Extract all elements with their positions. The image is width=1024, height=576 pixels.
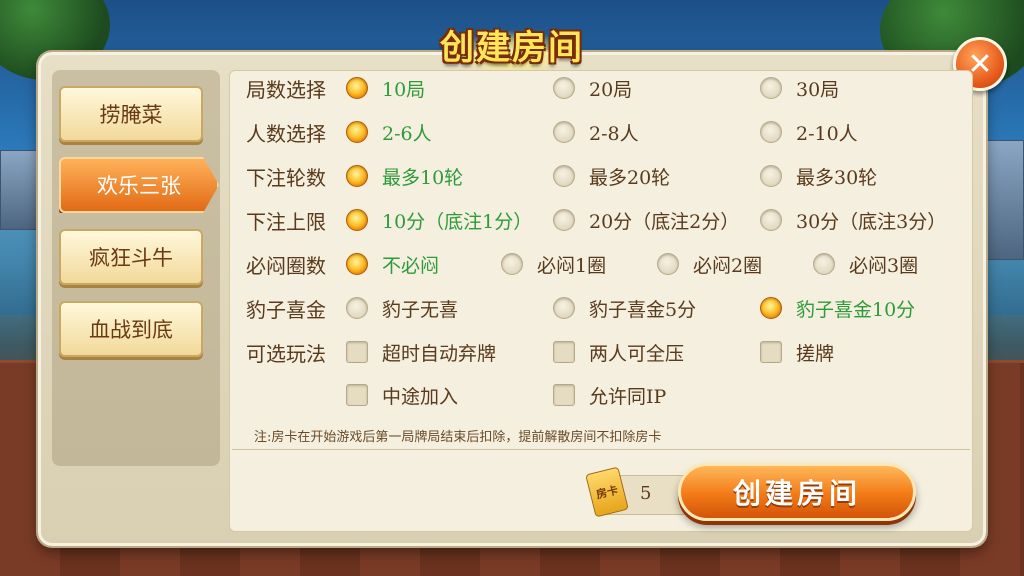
option-label: 2-8人 [589, 122, 639, 145]
option-radio[interactable]: 20分（底注2分） [553, 207, 739, 234]
option-radio[interactable]: 最多10轮 [346, 163, 463, 190]
option-radio[interactable]: 20局 [553, 75, 632, 102]
option-label: 豹子无喜 [382, 298, 459, 321]
tab-laoyancai[interactable]: 捞腌菜 [59, 86, 203, 142]
setting-row-label: 必闷圈数 [246, 253, 326, 278]
option-radio[interactable]: 2-8人 [553, 119, 639, 146]
option-radio[interactable]: 必闷1圈 [501, 251, 606, 278]
option-label: 2-10人 [796, 122, 858, 145]
option-radio[interactable]: 豹子无喜 [346, 295, 458, 322]
radio-dot[interactable] [346, 209, 368, 231]
option-label: 必闷3圈 [849, 254, 919, 277]
setting-row: 人数选择 2-6人 2-8人 2-10人 [246, 115, 976, 149]
radio-dot[interactable] [346, 297, 368, 319]
option-radio[interactable]: 不必闷 [346, 251, 439, 278]
option-radio[interactable]: 10分（底注1分） [346, 207, 532, 234]
option-radio[interactable]: 必闷3圈 [813, 251, 918, 278]
radio-dot[interactable] [760, 297, 782, 319]
option-checkbox[interactable]: 允许同IP [553, 382, 666, 409]
option-radio[interactable]: 2-6人 [346, 119, 432, 146]
setting-row-label: 下注上限 [246, 209, 326, 234]
radio-dot[interactable] [346, 77, 368, 99]
setting-row-label: 豹子喜金 [246, 297, 326, 322]
checkbox-box[interactable] [760, 341, 782, 363]
option-radio[interactable]: 最多30轮 [760, 163, 877, 190]
option-label: 20局 [589, 78, 633, 101]
option-label: 必闷1圈 [537, 254, 607, 277]
radio-dot[interactable] [346, 253, 368, 275]
option-radio[interactable]: 10局 [346, 75, 425, 102]
tab-xuezhan-daodi[interactable]: 血战到底 [59, 301, 203, 357]
option-radio[interactable]: 豹子喜金5分 [553, 295, 696, 322]
option-label: 两人可全压 [589, 342, 685, 365]
radio-dot[interactable] [760, 121, 782, 143]
checkbox-box[interactable] [553, 341, 575, 363]
radio-dot[interactable] [346, 121, 368, 143]
tab-fengkuang-douniu[interactable]: 疯狂斗牛 [59, 229, 203, 285]
option-label: 允许同IP [589, 385, 667, 408]
setting-row: 必闷圈数 不必闷 必闷1圈 必闷2圈 必闷3圈 [246, 247, 976, 281]
radio-dot[interactable] [553, 165, 575, 187]
radio-dot[interactable] [553, 209, 575, 231]
building-decoration [0, 150, 40, 230]
option-label: 20分（底注2分） [589, 210, 740, 233]
option-label: 豹子喜金5分 [589, 298, 697, 321]
setting-row-label: 局数选择 [246, 77, 326, 102]
option-checkbox[interactable]: 中途加入 [346, 382, 458, 409]
room-card-note: 注:房卡在开始游戏后第一局牌局结束后扣除，提前解散房间不扣除房卡 [254, 430, 662, 445]
radio-dot[interactable] [657, 253, 679, 275]
option-label: 超时自动弃牌 [382, 342, 497, 365]
radio-dot[interactable] [760, 77, 782, 99]
option-label: 10分（底注1分） [382, 210, 533, 233]
option-label: 中途加入 [382, 385, 459, 408]
option-label: 30分（底注3分） [796, 210, 947, 233]
setting-row: 可选玩法 超时自动弃牌 两人可全压 搓牌 [246, 335, 976, 369]
setting-row: 局数选择 10局 20局 30局 [246, 71, 976, 105]
radio-dot[interactable] [553, 297, 575, 319]
setting-row-label: 下注轮数 [246, 165, 326, 190]
option-label: 最多10轮 [382, 166, 464, 189]
option-label: 最多20轮 [589, 166, 671, 189]
option-label: 2-6人 [382, 122, 432, 145]
option-radio[interactable]: 30分（底注3分） [760, 207, 946, 234]
create-room-button[interactable]: 创建房间 [678, 463, 916, 521]
checkbox-box[interactable] [553, 384, 575, 406]
tab-huanle-sanzhang[interactable]: 欢乐三张 [59, 157, 219, 213]
setting-row: 下注轮数 最多10轮 最多20轮 最多30轮 [246, 159, 976, 193]
option-radio[interactable]: 豹子喜金10分 [760, 295, 915, 322]
option-label: 30局 [796, 78, 840, 101]
option-checkbox[interactable]: 超时自动弃牌 [346, 339, 496, 366]
option-label: 豹子喜金10分 [796, 298, 916, 321]
option-radio[interactable]: 最多20轮 [553, 163, 670, 190]
setting-row: 豹子喜金 豹子无喜 豹子喜金5分 豹子喜金10分 [246, 291, 976, 325]
radio-dot[interactable] [813, 253, 835, 275]
option-label: 10局 [382, 78, 426, 101]
option-radio[interactable]: 2-10人 [760, 119, 858, 146]
option-checkbox[interactable]: 搓牌 [760, 339, 834, 366]
setting-row-label: 人数选择 [246, 121, 326, 146]
option-label: 必闷2圈 [693, 254, 763, 277]
checkbox-box[interactable] [346, 384, 368, 406]
option-radio[interactable]: 必闷2圈 [657, 251, 762, 278]
dialog-title: 创建房间 [440, 28, 584, 68]
room-card-count: 5 [640, 483, 652, 504]
radio-dot[interactable] [760, 165, 782, 187]
option-label: 搓牌 [796, 342, 835, 365]
radio-dot[interactable] [553, 121, 575, 143]
option-checkbox[interactable]: 两人可全压 [553, 339, 684, 366]
setting-row: 下注上限 10分（底注1分） 20分（底注2分） 30分（底注3分） [246, 203, 976, 237]
building-decoration [985, 140, 1024, 260]
radio-dot[interactable] [346, 165, 368, 187]
option-label: 最多30轮 [796, 166, 878, 189]
setting-row-label: 可选玩法 [246, 341, 326, 366]
setting-row: 中途加入 允许同IP [246, 378, 976, 412]
radio-dot[interactable] [553, 77, 575, 99]
option-label: 不必闷 [382, 254, 440, 277]
dialog-header: 创建房间 [412, 12, 612, 76]
option-radio[interactable]: 30局 [760, 75, 839, 102]
radio-dot[interactable] [501, 253, 523, 275]
radio-dot[interactable] [760, 209, 782, 231]
checkbox-box[interactable] [346, 341, 368, 363]
divider [232, 449, 970, 450]
